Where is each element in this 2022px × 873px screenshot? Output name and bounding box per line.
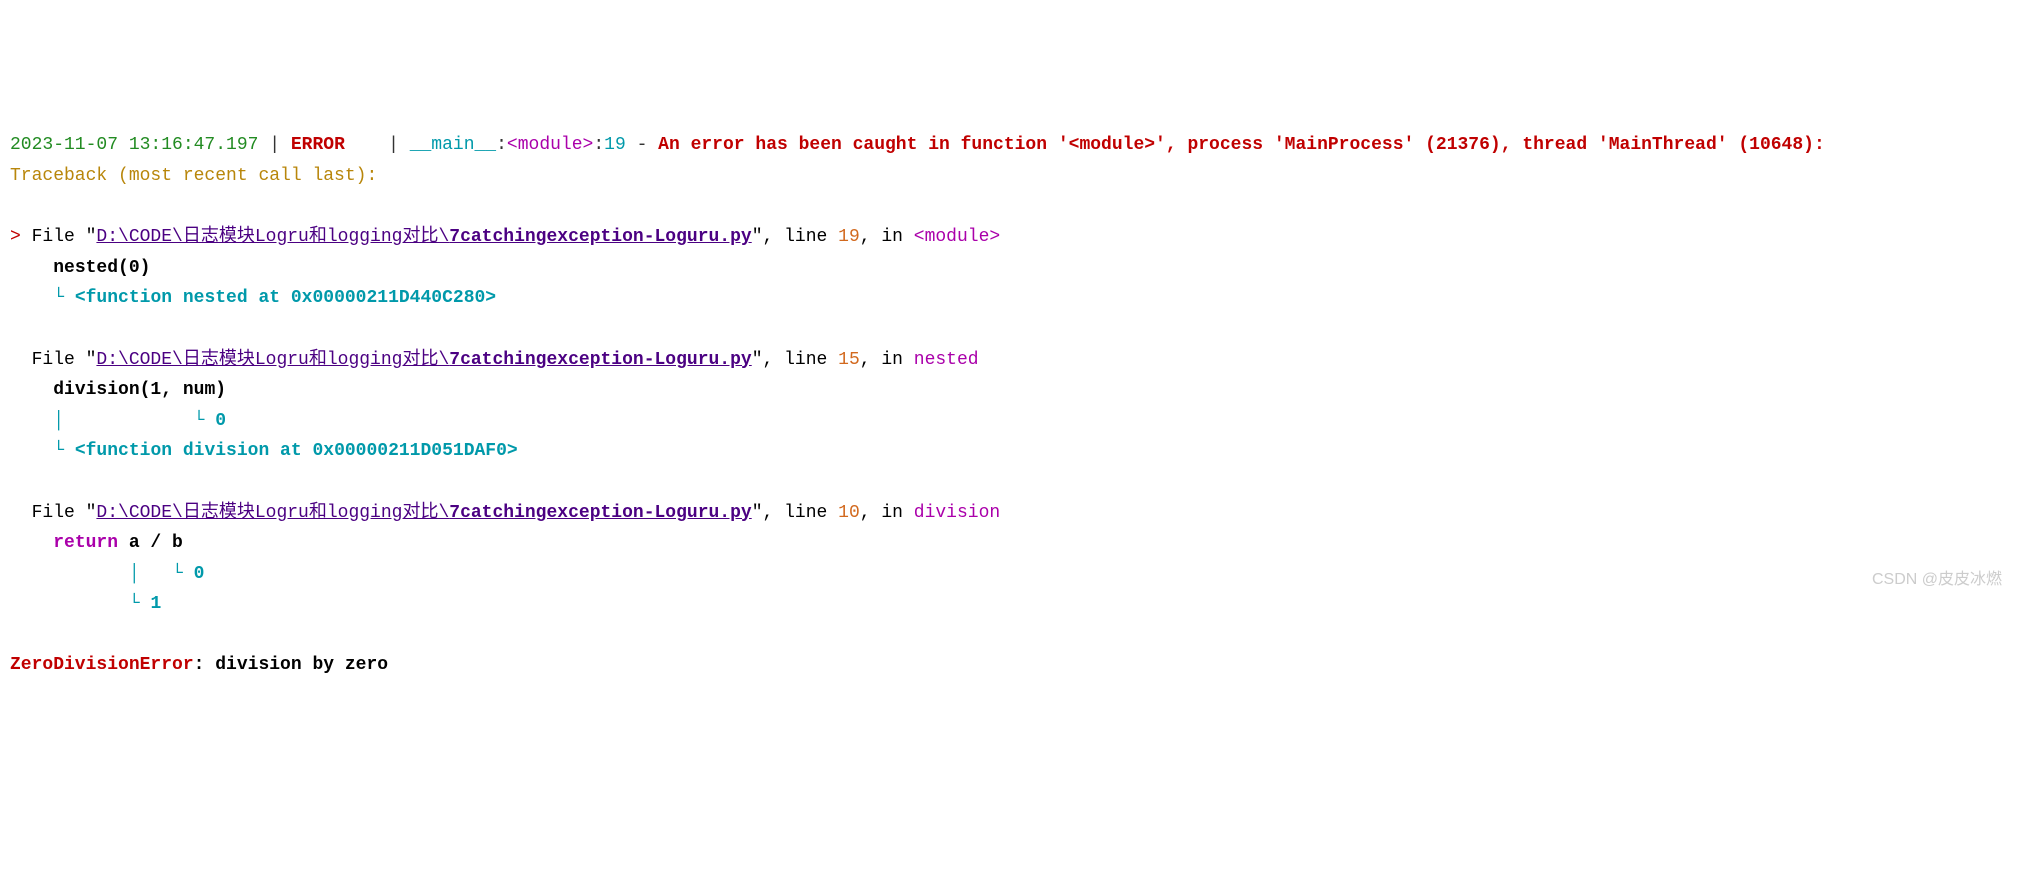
- variable-value: 1: [150, 594, 161, 614]
- in-label: , in: [860, 503, 914, 523]
- log-line-number: 19: [604, 135, 626, 155]
- log-message: An error has been caught in function '<m…: [658, 135, 1825, 155]
- tree-connector: │ └: [53, 411, 215, 431]
- indent: [10, 411, 53, 431]
- variable-value: 0: [215, 411, 226, 431]
- variable-value: 0: [194, 564, 205, 584]
- indent: [10, 288, 53, 308]
- exception-colon: :: [194, 655, 216, 675]
- exception-message: division by zero: [215, 655, 388, 675]
- scope-name: nested: [914, 350, 979, 370]
- log-module: __main__: [410, 135, 496, 155]
- traceback-header: Traceback (most recent call last):: [10, 166, 377, 186]
- file-path-link[interactable]: D:\CODE\日志模块Logru和logging对比\: [96, 350, 449, 370]
- log-level: ERROR: [291, 135, 345, 155]
- source-code: a / b: [118, 533, 183, 553]
- indent: [10, 258, 53, 278]
- quote: ",: [752, 350, 784, 370]
- scope-name: <module>: [914, 227, 1000, 247]
- frame-arrow: >: [10, 227, 32, 247]
- line-label: line: [784, 227, 838, 247]
- indent: [10, 564, 129, 584]
- file-path-link[interactable]: D:\CODE\日志模块Logru和logging对比\: [96, 503, 449, 523]
- indent: [10, 533, 53, 553]
- source-code: nested(0): [53, 258, 150, 278]
- tree-connector: │ └: [129, 564, 194, 584]
- in-label: , in: [860, 350, 914, 370]
- quote: ",: [752, 227, 784, 247]
- indent: [10, 380, 53, 400]
- watermark: CSDN @皮皮冰燃: [1872, 566, 2002, 593]
- tree-connector: └: [53, 288, 75, 308]
- line-label: line: [784, 350, 838, 370]
- variable-value: <function nested at 0x00000211D440C280>: [75, 288, 496, 308]
- line-label: line: [784, 503, 838, 523]
- source-code: division(1, num): [53, 380, 226, 400]
- frame-arrow: [10, 350, 32, 370]
- colon: :: [496, 135, 507, 155]
- line-number: 19: [838, 227, 860, 247]
- scope-name: division: [914, 503, 1000, 523]
- exception-name: ZeroDivisionError: [10, 655, 194, 675]
- quote: ",: [752, 503, 784, 523]
- file-path-link[interactable]: D:\CODE\日志模块Logru和logging对比\: [96, 227, 449, 247]
- file-path-link[interactable]: 7catchingexception-Loguru.py: [449, 350, 751, 370]
- separator: |: [258, 135, 290, 155]
- file-label: File ": [32, 350, 97, 370]
- separator: |: [345, 135, 410, 155]
- in-label: , in: [860, 227, 914, 247]
- file-path-link[interactable]: 7catchingexception-Loguru.py: [449, 503, 751, 523]
- variable-value: <function division at 0x00000211D051DAF0…: [75, 441, 518, 461]
- indent: [10, 594, 129, 614]
- log-timestamp: 2023-11-07 13:16:47.197: [10, 135, 258, 155]
- frame-arrow: [10, 503, 32, 523]
- file-label: File ": [32, 227, 97, 247]
- colon: :: [593, 135, 604, 155]
- indent: [10, 441, 53, 461]
- line-number: 15: [838, 350, 860, 370]
- file-label: File ": [32, 503, 97, 523]
- tree-connector: └: [53, 441, 75, 461]
- file-path-link[interactable]: 7catchingexception-Loguru.py: [449, 227, 751, 247]
- line-number: 10: [838, 503, 860, 523]
- tree-connector: └: [129, 594, 151, 614]
- keyword: return: [53, 533, 118, 553]
- dash: -: [626, 135, 658, 155]
- log-function: <module>: [507, 135, 593, 155]
